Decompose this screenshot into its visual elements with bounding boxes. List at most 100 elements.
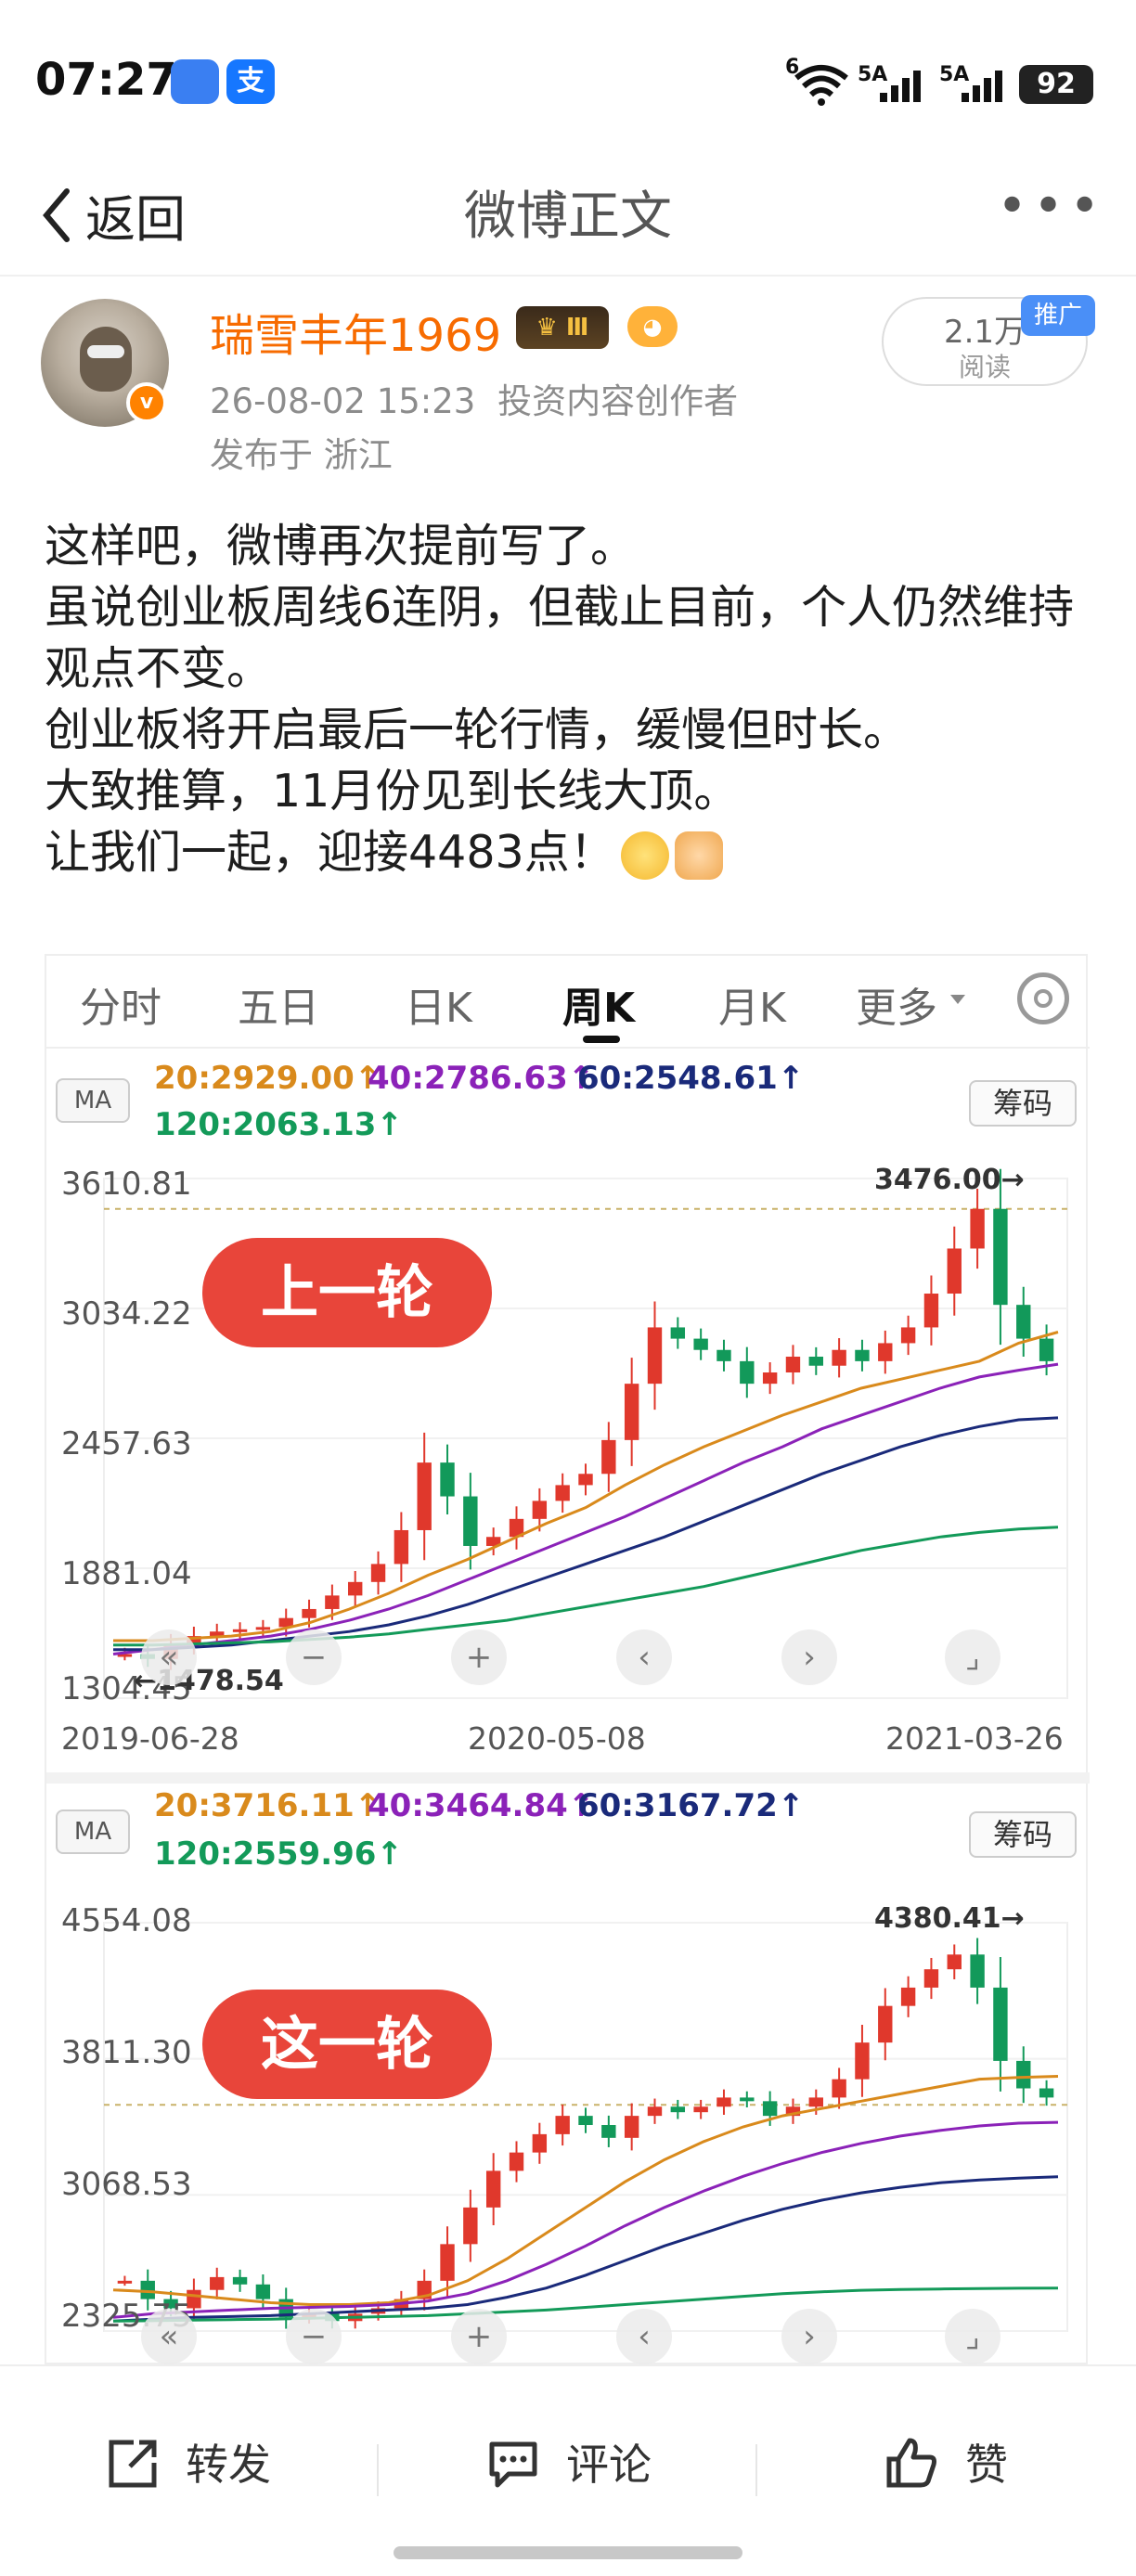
fish-badge-icon: ◕	[627, 306, 678, 347]
ma60-line	[112, 2175, 1059, 2323]
candle-up	[370, 1564, 386, 1582]
candle-up	[947, 1248, 962, 1294]
tab-monthly-k[interactable]: 月K	[718, 974, 786, 1034]
wifi-icon	[794, 65, 848, 106]
battery-icon: 92	[1019, 65, 1093, 104]
scroll-left-button[interactable]: ‹	[616, 1629, 672, 1685]
candle-up	[601, 1439, 616, 1475]
chevron-down-icon	[950, 995, 965, 1004]
candle-down	[1039, 2088, 1054, 2098]
x-tick-label: 2019-06-28	[61, 1720, 239, 1757]
like-button[interactable]: 赞	[863, 2403, 1067, 2524]
candle-down	[740, 2097, 755, 2102]
candle-down	[808, 1357, 823, 1366]
candle-up	[878, 1343, 893, 1361]
top-nav: 返回 微博正文 •••	[0, 158, 1136, 277]
scroll-far-left-button[interactable]: «	[141, 2309, 197, 2364]
tab-weekly-k[interactable]: 周K	[562, 974, 635, 1034]
promote-badge[interactable]: 推广	[1021, 295, 1095, 336]
candle-up	[832, 1349, 846, 1366]
chart-plot	[103, 1168, 1068, 1699]
candle-up	[762, 1372, 778, 1385]
candle-up	[947, 1954, 962, 1970]
candle-up	[878, 2005, 893, 2043]
more-dots-icon[interactable]: •••	[997, 176, 1105, 237]
round-label: 这一轮	[202, 1990, 492, 2099]
username[interactable]: 瑞雪丰年1969	[210, 299, 501, 364]
chart-plot	[103, 1922, 1068, 2332]
candle-down	[1039, 1338, 1054, 1361]
candle-up	[693, 2106, 708, 2113]
candle-up	[325, 1595, 340, 1609]
post-meta: 26-08-02 15:23 投资内容创作者	[210, 373, 738, 423]
candle-down	[1016, 1305, 1031, 1339]
verified-badge-icon: v	[126, 382, 167, 423]
candle-up	[923, 1969, 939, 1988]
scroll-right-button[interactable]: ›	[781, 2309, 837, 2364]
round-label: 上一轮	[202, 1238, 492, 1347]
bottom-action-bar: 转发 评论 赞	[0, 2364, 1136, 2576]
y-tick-label: 3610.81	[61, 1166, 192, 1203]
candle-down	[232, 2276, 248, 2285]
candle-up	[555, 2116, 570, 2134]
post-line-text: 让我们一起，迎接4483点！	[45, 826, 615, 879]
post-location: 发布于 浙江	[210, 435, 393, 475]
scroll-right-button[interactable]: ›	[781, 1629, 837, 1685]
candle-up	[716, 2097, 731, 2107]
candle-up	[855, 2042, 870, 2080]
candle-up	[624, 2116, 639, 2138]
alipay-app-icon: 支	[226, 59, 275, 104]
page-title: 微博正文	[464, 187, 672, 247]
reset-view-button[interactable]: ⌟	[945, 1629, 1000, 1685]
candle-down	[693, 1338, 708, 1350]
candle-up	[532, 1501, 548, 1519]
weather-app-icon	[171, 59, 219, 104]
repost-button[interactable]: 转发	[84, 2403, 325, 2524]
y-tick-label: 3068.53	[61, 2166, 192, 2203]
zoom-in-button[interactable]: +	[451, 2309, 507, 2364]
candle-up	[463, 2207, 478, 2245]
candle-down	[993, 1987, 1008, 2061]
signal-icon	[962, 71, 1002, 102]
zoom-in-button[interactable]: +	[451, 1629, 507, 1685]
reads-label: 阅读	[958, 352, 1011, 382]
scroll-left-button[interactable]: ‹	[616, 2309, 672, 2364]
comment-button[interactable]: 评论	[464, 2403, 705, 2524]
zoom-out-button[interactable]: −	[286, 2309, 342, 2364]
candle-up	[440, 2244, 455, 2281]
x-tick-label: 2020-05-08	[468, 1720, 646, 1757]
post-line: 大致推算，11月份见到长线大顶。	[45, 765, 740, 818]
zoom-out-button[interactable]: −	[286, 1629, 342, 1685]
chart-previous-round: MA 20:2929.00↑ 40:2786.63↑ 60:2548.61↑ 1…	[46, 1049, 1090, 1772]
candle-down	[255, 2284, 271, 2299]
candle-down	[670, 2106, 686, 2113]
candle-up	[232, 1629, 248, 1632]
x-tick-label: 2021-03-26	[885, 1720, 1064, 1757]
ma120-line	[113, 1526, 1059, 1647]
grin-emoji-icon	[620, 831, 669, 880]
y-tick-label: 3034.22	[61, 1295, 192, 1333]
tab-five-day[interactable]: 五日	[238, 974, 319, 1034]
post-line: 这样吧，微博再次提前写了。	[45, 520, 637, 573]
candle-up	[394, 1529, 409, 1565]
y-tick-label: 4554.08	[61, 1902, 192, 1939]
candle-up	[900, 1327, 916, 1344]
tab-daily-k[interactable]: 日K	[405, 974, 472, 1034]
author-role: 投资内容创作者	[497, 381, 739, 421]
tab-more[interactable]: 更多	[856, 974, 937, 1034]
y-tick-label: 1881.04	[61, 1555, 192, 1592]
candle-down	[670, 1327, 686, 1339]
candle-down	[740, 1360, 755, 1385]
candle-up	[117, 2280, 133, 2284]
tab-timeshare[interactable]: 分时	[80, 974, 161, 1034]
candle-down	[440, 1462, 455, 1497]
thumb-emoji-icon	[674, 831, 723, 880]
reset-view-button[interactable]: ⌟	[945, 2309, 1000, 2364]
candle-up	[578, 1474, 593, 1486]
candle-up	[485, 2170, 501, 2208]
scroll-far-left-button[interactable]: «	[141, 1629, 197, 1685]
crown-badge-icon: ♛ Ⅲ	[516, 306, 609, 349]
post-timestamp: 26-08-02 15:23	[210, 381, 476, 421]
candle-down	[463, 1496, 478, 1546]
post-line: 创业板将开启最后一轮行情，缓慢但时长。	[45, 703, 910, 756]
